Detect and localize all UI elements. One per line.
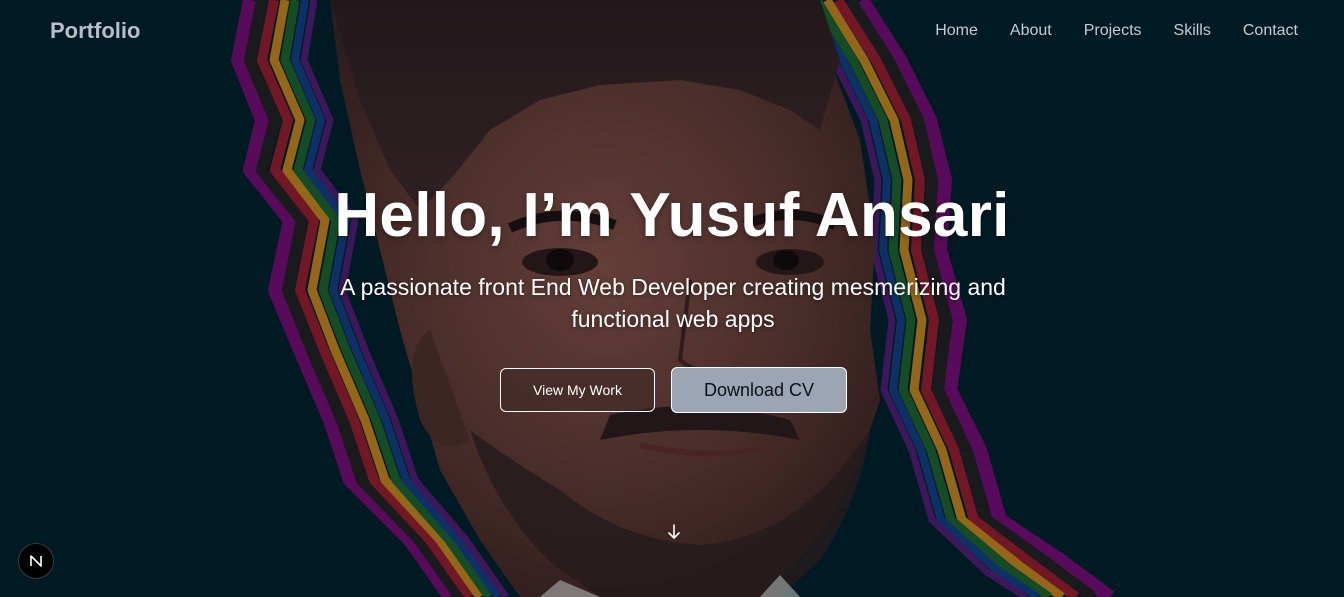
hero-subtitle: A passionate front End Web Developer cre… (340, 274, 1006, 332)
nav-links: Home About Projects Skills Contact (903, 22, 1298, 40)
nav-link-skills[interactable]: Skills (1174, 22, 1211, 40)
download-cv-button[interactable]: Download CV (671, 367, 847, 413)
arrow-down-icon[interactable] (666, 523, 682, 541)
nav-link-contact[interactable]: Contact (1243, 22, 1298, 40)
nav-link-home[interactable]: Home (935, 22, 978, 40)
navbar: Portfolio Home About Projects Skills Con… (0, 0, 1344, 64)
portfolio-page: Portfolio Home About Projects Skills Con… (0, 0, 1344, 597)
nav-link-about[interactable]: About (1010, 22, 1052, 40)
nextjs-logo-icon[interactable] (18, 543, 54, 579)
view-my-work-button[interactable]: View My Work (500, 368, 655, 412)
hero-title: Hello, I’m Yusuf Ansari (334, 181, 1010, 250)
nav-link-projects[interactable]: Projects (1084, 22, 1142, 40)
nextjs-n-glyph-icon (30, 555, 42, 567)
brand-logo[interactable]: Portfolio (50, 18, 140, 44)
